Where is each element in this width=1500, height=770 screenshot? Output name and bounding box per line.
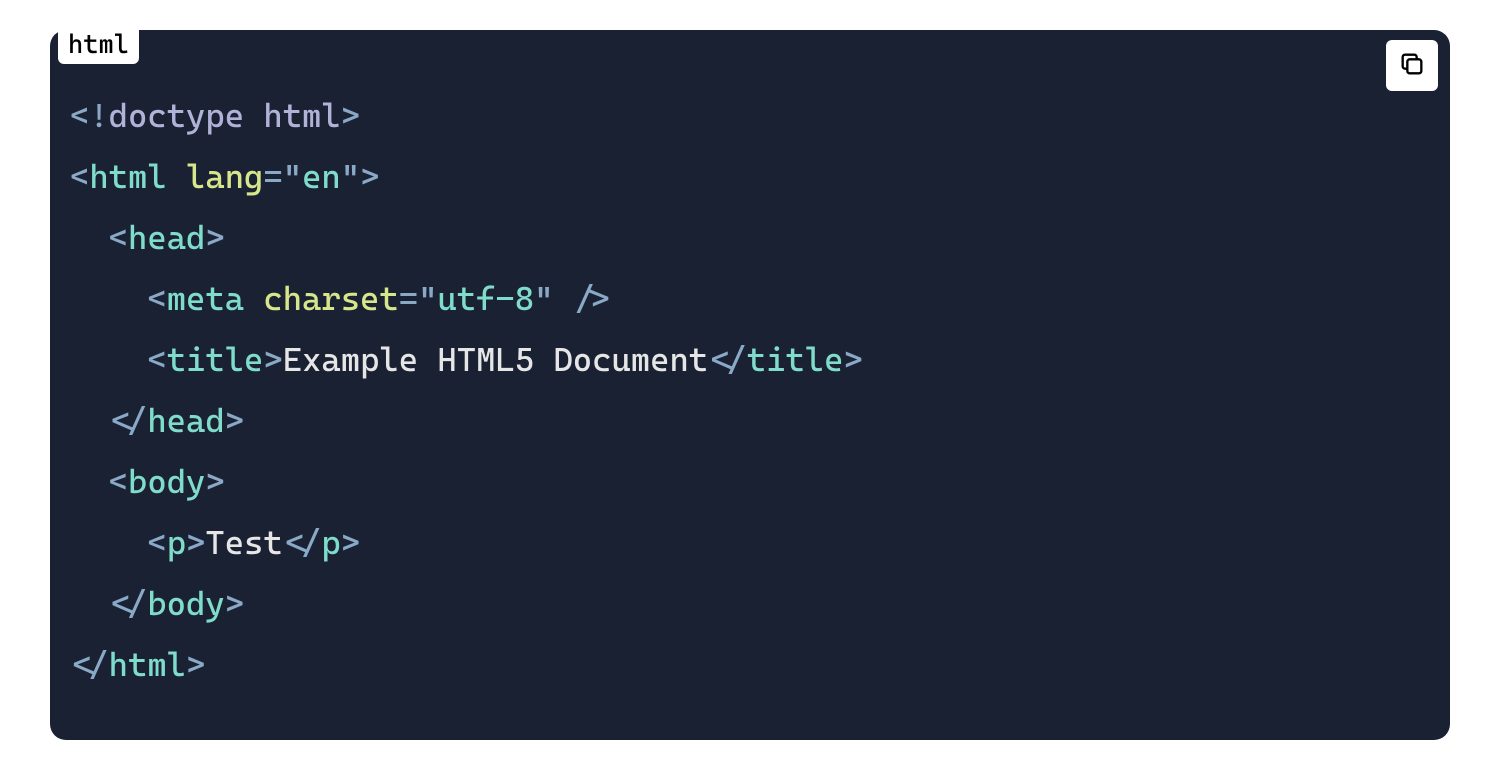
code-block: html <!doctype html> <html lang="en"> <h…: [50, 30, 1450, 740]
code-punct: <: [147, 523, 166, 562]
code-punct: <: [109, 218, 128, 257]
code-space: [553, 279, 572, 318]
code-indent: [70, 218, 109, 257]
code-tag: body: [147, 584, 224, 623]
code-punct: ": [534, 279, 553, 318]
code-punct: </: [109, 584, 148, 623]
code-punct: </: [708, 340, 747, 379]
code-punct: ": [283, 157, 302, 196]
code-attr: lang: [186, 157, 263, 196]
code-space: [167, 157, 186, 196]
code-attr: charset: [263, 279, 398, 318]
code-punct: <: [147, 340, 166, 379]
code-tag: body: [128, 462, 205, 501]
code-punct: ": [341, 157, 360, 196]
code-tag: html: [109, 645, 186, 684]
code-indent: [70, 584, 109, 623]
code-tag: head: [147, 401, 224, 440]
code-indent: [70, 523, 147, 562]
code-doctype: doctype html: [109, 96, 341, 135]
code-punct: >: [186, 523, 205, 562]
code-punct: >: [225, 584, 244, 623]
code-indent: [70, 279, 147, 318]
code-tag: meta: [167, 279, 244, 318]
code-punct: >: [341, 96, 360, 135]
code-tag: head: [128, 218, 205, 257]
code-tag: title: [747, 340, 844, 379]
code-text: Example HTML5 Document: [283, 340, 708, 379]
code-punct: />: [573, 279, 612, 318]
copy-button[interactable]: [1386, 40, 1438, 91]
code-punct: >: [341, 523, 360, 562]
code-punct: <: [70, 157, 89, 196]
code-punct: >: [843, 340, 862, 379]
code-tag: html: [89, 157, 166, 196]
code-punct: >: [205, 218, 224, 257]
code-content: <!doctype html> <html lang="en"> <head> …: [70, 85, 1430, 695]
code-string: utf-8: [437, 279, 534, 318]
code-punct: =: [399, 279, 418, 318]
code-punct: >: [225, 401, 244, 440]
code-punct: ": [418, 279, 437, 318]
code-indent: [70, 462, 109, 501]
code-punct: <!: [70, 96, 109, 135]
language-badge: html: [58, 28, 139, 64]
code-tag: p: [321, 523, 340, 562]
code-tag: title: [167, 340, 264, 379]
code-string: en: [302, 157, 341, 196]
code-punct: >: [186, 645, 205, 684]
code-punct: =: [263, 157, 282, 196]
code-punct: >: [263, 340, 282, 379]
code-space: [244, 279, 263, 318]
code-text: Test: [205, 523, 282, 562]
copy-icon: [1398, 50, 1426, 81]
code-punct: </: [283, 523, 322, 562]
code-punct: >: [360, 157, 379, 196]
code-indent: [70, 340, 147, 379]
code-punct: </: [109, 401, 148, 440]
code-punct: >: [205, 462, 224, 501]
code-punct: <: [109, 462, 128, 501]
code-punct: <: [147, 279, 166, 318]
code-punct: </: [70, 645, 109, 684]
code-tag: p: [167, 523, 186, 562]
code-indent: [70, 401, 109, 440]
